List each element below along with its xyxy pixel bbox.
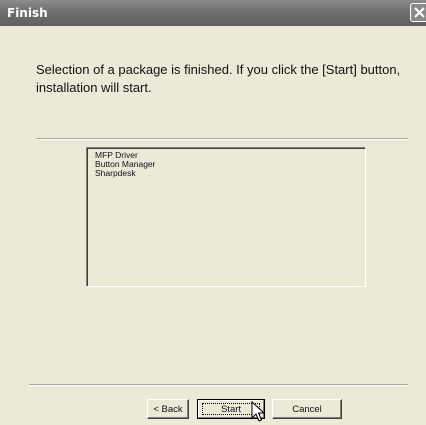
back-button[interactable]: < Back	[147, 399, 189, 419]
title-bar: Finish	[0, 0, 426, 26]
list-item: Sharpdesk	[95, 168, 136, 178]
cancel-button[interactable]: Cancel	[272, 399, 342, 419]
separator-bottom	[29, 384, 408, 386]
close-icon	[414, 7, 425, 18]
mouse-pointer-icon	[251, 401, 265, 422]
instruction-text: Selection of a package is finished. If y…	[36, 62, 401, 95]
package-list[interactable]: MFP Driver Button Manager Sharpdesk	[86, 147, 366, 287]
back-button-label: < Back	[153, 403, 183, 415]
finish-dialog: Finish Selection of a package is finishe…	[0, 0, 426, 425]
separator-top	[36, 138, 408, 140]
cancel-button-label: Cancel	[292, 403, 322, 415]
close-button[interactable]	[410, 3, 426, 22]
window-title: Finish	[7, 6, 48, 20]
